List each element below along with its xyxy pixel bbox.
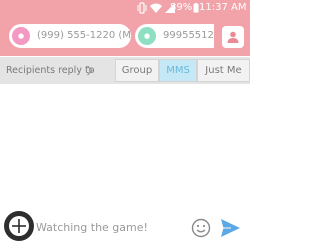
reply-option-label: MMS: [166, 65, 190, 76]
person-icon: [227, 31, 239, 43]
add-attachment-button[interactable]: [4, 211, 34, 241]
reply-option-label: Just Me: [205, 65, 242, 76]
recipient-label: (999) 555-1220 (M): [37, 30, 131, 41]
reply-option-group[interactable]: Group: [115, 59, 159, 82]
reply-option-label: Group: [121, 65, 153, 76]
battery-percent: 89%: [170, 2, 193, 13]
contact-icon: ●: [17, 32, 25, 40]
recipients-row: ● (999) 555-1220 (M) ● 999555123: [0, 20, 250, 52]
reply-option-mms[interactable]: MMS: [159, 59, 197, 82]
message-thread: [0, 84, 250, 207]
reply-option-just-me[interactable]: Just Me: [197, 59, 250, 82]
reply-mode-bar: Recipients reply to Group MMS Just Me: [0, 57, 250, 84]
emoji-icon[interactable]: [191, 218, 211, 238]
recipient-chip[interactable]: ● 999555123: [135, 24, 214, 48]
contact-icon: ●: [143, 32, 151, 40]
plus-icon: [9, 216, 29, 236]
wifi-icon: [150, 3, 162, 13]
add-contact-button[interactable]: [222, 26, 244, 48]
reply-mode-label: Recipients reply to: [6, 65, 95, 76]
chevron-right-icon[interactable]: [86, 65, 94, 76]
recipient-avatar: ●: [12, 27, 30, 45]
recipient-chip[interactable]: ● (999) 555-1220 (M): [9, 24, 131, 48]
status-bar: 89% 11:37 AM: [0, 0, 250, 16]
recipient-label: 999555123: [163, 30, 214, 41]
vibrate-icon: [137, 2, 147, 14]
message-input[interactable]: [36, 217, 186, 237]
conversation-header: 89% 11:37 AM ● (999) 555-1220 (M) ● 9995…: [0, 0, 250, 56]
recipient-avatar: ●: [138, 27, 156, 45]
clock: 11:37 AM: [199, 2, 247, 13]
send-icon[interactable]: [219, 217, 241, 239]
